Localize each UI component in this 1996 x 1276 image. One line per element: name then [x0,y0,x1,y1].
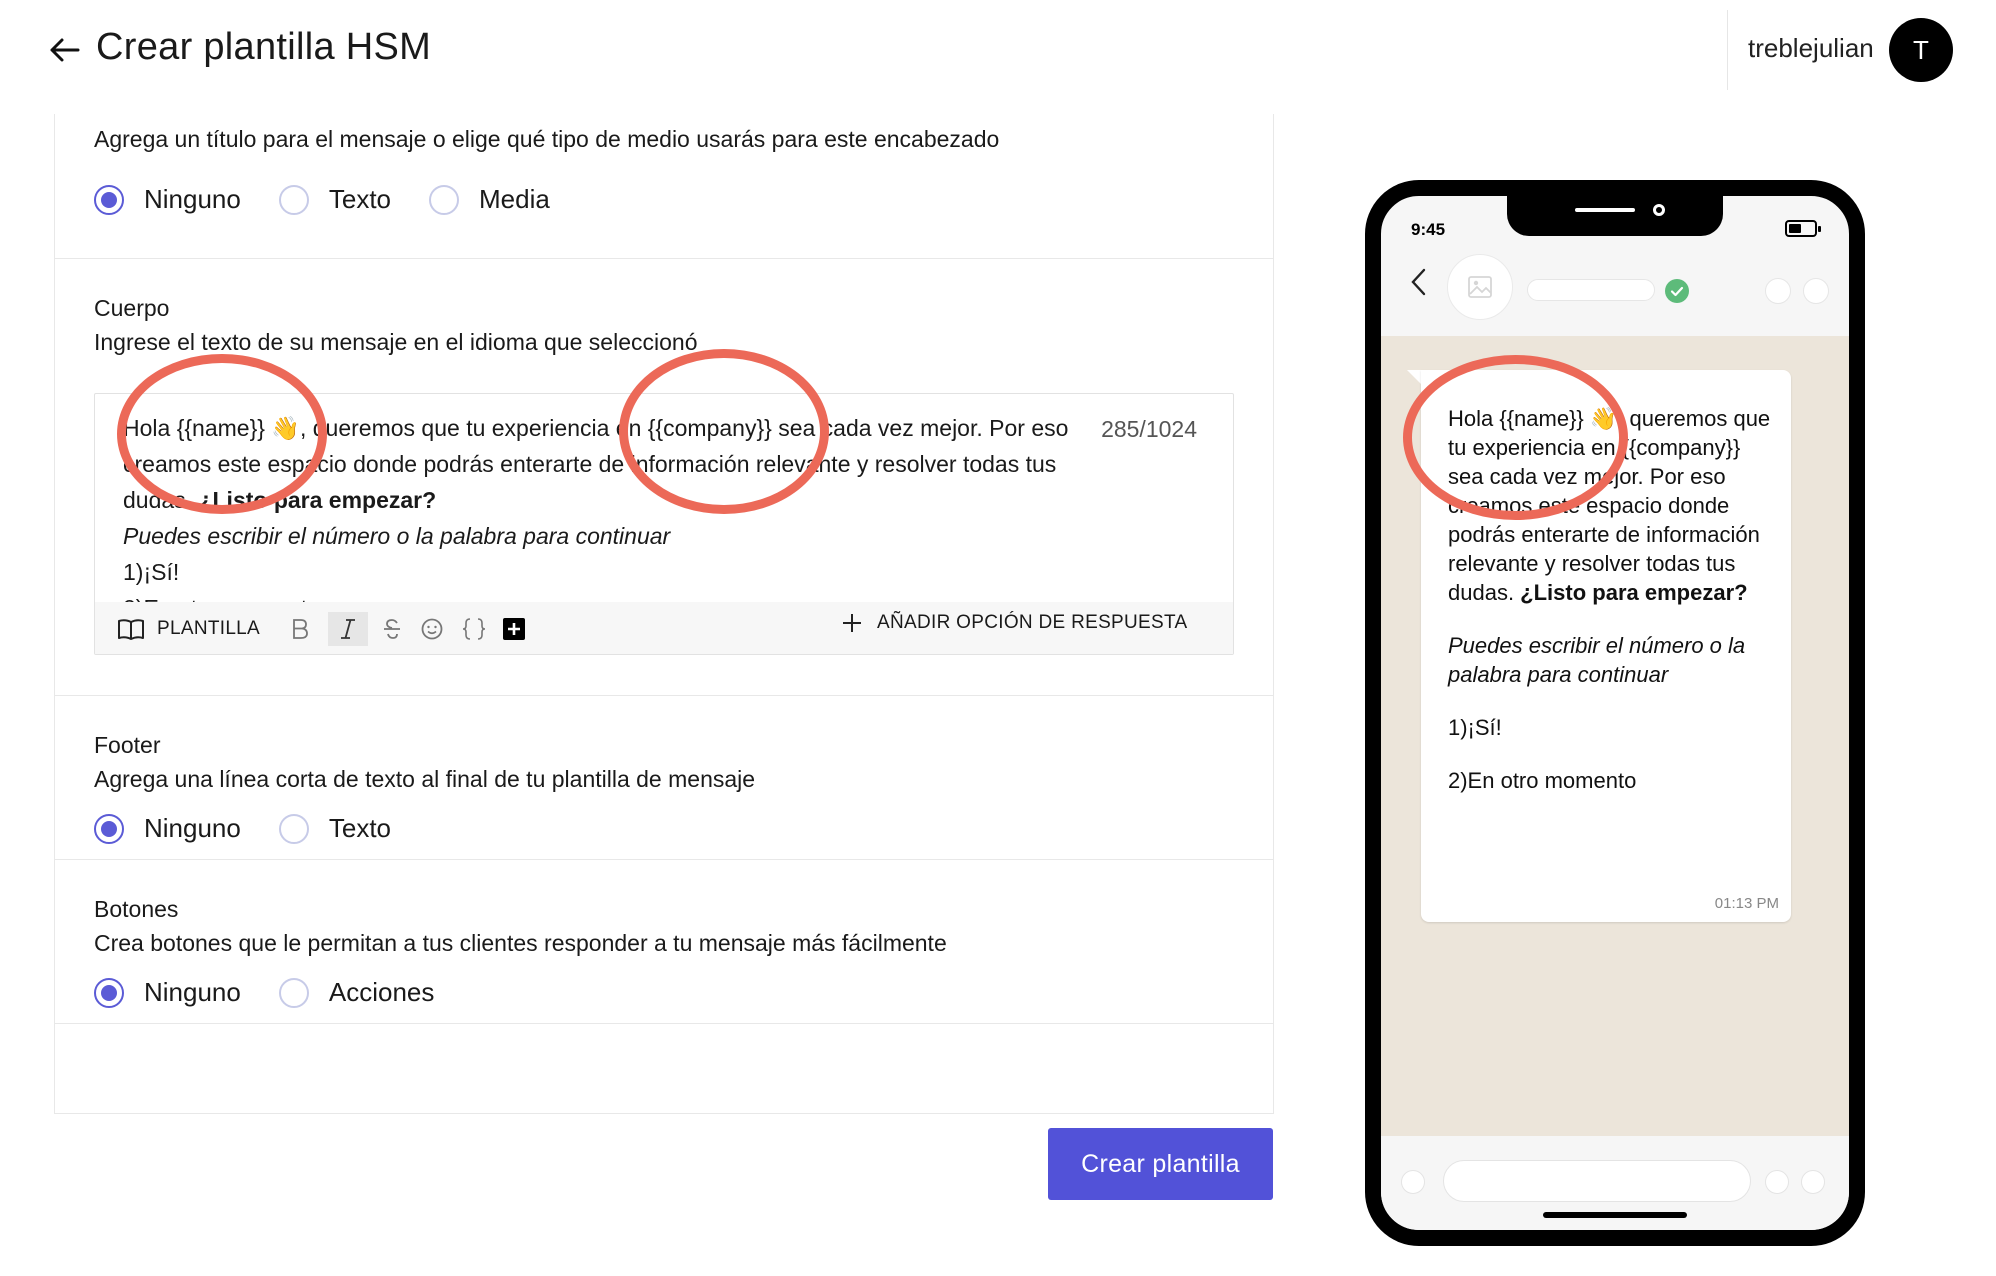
arrow-left-icon[interactable] [44,30,84,70]
strikethrough-icon [384,619,401,639]
camera-icon [1653,204,1665,216]
botones-radio-group: Ninguno Acciones [94,977,472,1008]
editor-toolbar: PLANTILLA AÑADIR OPCIÓN DE RESPUESTA [95,602,1233,654]
radio-checked-icon[interactable] [94,977,124,1008]
section-footer: Footer Agrega una línea corta de texto a… [55,696,1273,860]
footer-description: Agrega una línea corta de texto al final… [94,766,756,792]
editor-bold-text: ¿Listo para empezar? [198,487,437,513]
page-title: Crear plantilla HSM [96,26,432,68]
bold-button[interactable] [280,612,320,646]
header-divider [1727,10,1728,90]
botones-title: Botones [94,896,179,922]
attach-circle-icon [1765,1170,1789,1194]
template-button-label: PLANTILLA [157,618,261,639]
status-time: 9:45 [1411,220,1446,239]
botones-description: Crea botones que le permitan a tus clien… [94,930,947,956]
speaker-icon [1575,208,1635,212]
strikethrough-button[interactable] [372,612,412,646]
bold-icon [293,619,308,639]
radio-unchecked-icon[interactable] [429,184,460,215]
radio-label: Media [479,184,550,214]
radio-botones-ninguno[interactable]: Ninguno [94,977,241,1008]
radio-label: Texto [328,184,392,214]
message-timestamp: 01:13 PM [1714,895,1779,912]
encabezado-description: Agrega un título para el mensaje o elige… [94,126,1000,152]
create-template-button[interactable]: Crear plantilla [1048,1128,1273,1200]
book-icon [118,619,144,640]
radio-unchecked-icon[interactable] [278,977,309,1008]
insert-button[interactable] [494,612,534,646]
radio-botones-acciones[interactable]: Acciones [278,977,435,1008]
braces-icon [462,618,486,640]
app-header: Crear plantilla HSM treblejulian T [0,0,1996,100]
message-editor[interactable]: Hola {{name}} 👋, queremos que tu experie… [94,393,1234,655]
menu-icon [1803,278,1829,304]
italic-icon [341,619,356,639]
home-indicator [1543,1212,1687,1218]
bubble-bold-text: ¿Listo para empezar? [1520,580,1748,605]
radio-unchecked-icon[interactable] [278,813,309,844]
bubble-paragraph: Hola {{name}} 👋, queremos que tu experie… [1448,404,1778,607]
italic-button[interactable] [328,612,369,646]
editor-option-1: 1)¡Sí! [123,559,180,585]
section-botones: Botones Crea botones que le permitan a t… [55,860,1273,1024]
chat-input-placeholder [1443,1160,1751,1202]
radio-label: Ninguno [144,184,241,214]
radio-footer-ninguno[interactable]: Ninguno [94,813,241,844]
add-response-option-button[interactable]: AÑADIR OPCIÓN DE RESPUESTA [841,612,1187,634]
section-encabezado: Agrega un título para el mensaje o elige… [55,114,1273,259]
editor-content[interactable]: Hola {{name}} 👋, queremos que tu experie… [123,410,1073,626]
username[interactable]: treblejulian [1748,33,1874,64]
radio-footer-texto[interactable]: Texto [278,813,392,844]
chevron-left-icon [1411,268,1426,296]
bubble-italic-line: Puedes escribir el número o la palabra p… [1448,633,1746,687]
mic-circle-icon [1801,1170,1825,1194]
phone-preview: 9:45 Hola {{name}} 👋, queremos que tu ex… [1365,180,1865,1246]
variable-button[interactable] [454,612,494,646]
footer-radio-group: Ninguno Texto [94,813,429,844]
template-form: Agrega un título para el mensaje o elige… [54,114,1274,1114]
radio-label: Ninguno [144,813,241,843]
chat-background: Hola {{name}} 👋, queremos que tu experie… [1381,336,1849,1136]
plus-icon [843,614,861,632]
cuerpo-description: Ingrese el texto de su mensaje en el idi… [94,329,698,355]
radio-label: Texto [328,813,392,843]
radio-checked-icon[interactable] [94,813,124,844]
bubble-body-text: Hola {{name}} 👋, queremos que tu experie… [1448,406,1771,605]
footer-title: Footer [94,732,161,758]
radio-encabezado-texto[interactable]: Texto [278,184,392,215]
encabezado-radio-group: Ninguno Texto Media [94,184,588,215]
radio-checked-icon[interactable] [94,184,124,215]
cuerpo-title: Cuerpo [94,295,170,321]
bubble-tail [1407,370,1421,384]
contact-name-placeholder [1527,279,1655,301]
radio-encabezado-ninguno[interactable]: Ninguno [94,184,241,215]
avatar[interactable]: T [1889,18,1953,82]
contact-avatar [1447,254,1513,320]
radio-label: Ninguno [144,977,241,1007]
message-bubble: Hola {{name}} 👋, queremos que tu experie… [1421,370,1791,922]
bubble-content: Hola {{name}} 👋, queremos que tu experie… [1448,404,1778,819]
bubble-option-1: 1)¡Sí! [1448,715,1502,740]
section-cuerpo: Cuerpo Ingrese el texto de su mensaje en… [55,259,1273,696]
bubble-option-2: 2)En otro momento [1448,768,1637,793]
radio-unchecked-icon[interactable] [278,184,309,215]
phone-notch [1507,196,1723,236]
editor-paragraph: Hola {{name}} 👋, queremos que tu experie… [123,410,1073,518]
add-response-option-label: AÑADIR OPCIÓN DE RESPUESTA [877,612,1188,633]
verified-check-icon [1665,279,1689,303]
character-counter: 285/1024 [1101,416,1197,442]
radio-label: Acciones [328,977,435,1007]
editor-italic-line: Puedes escribir el número o la palabra p… [123,523,671,549]
radio-encabezado-media[interactable]: Media [429,184,550,215]
battery-icon [1785,220,1821,237]
image-placeholder-icon [1468,276,1492,298]
template-button[interactable]: PLANTILLA [117,617,260,641]
plus-box-icon [503,618,526,640]
emoji-icon [421,618,443,640]
emoji-button[interactable] [412,612,452,646]
emoji-circle-icon [1401,1170,1425,1194]
call-icon [1765,278,1791,304]
